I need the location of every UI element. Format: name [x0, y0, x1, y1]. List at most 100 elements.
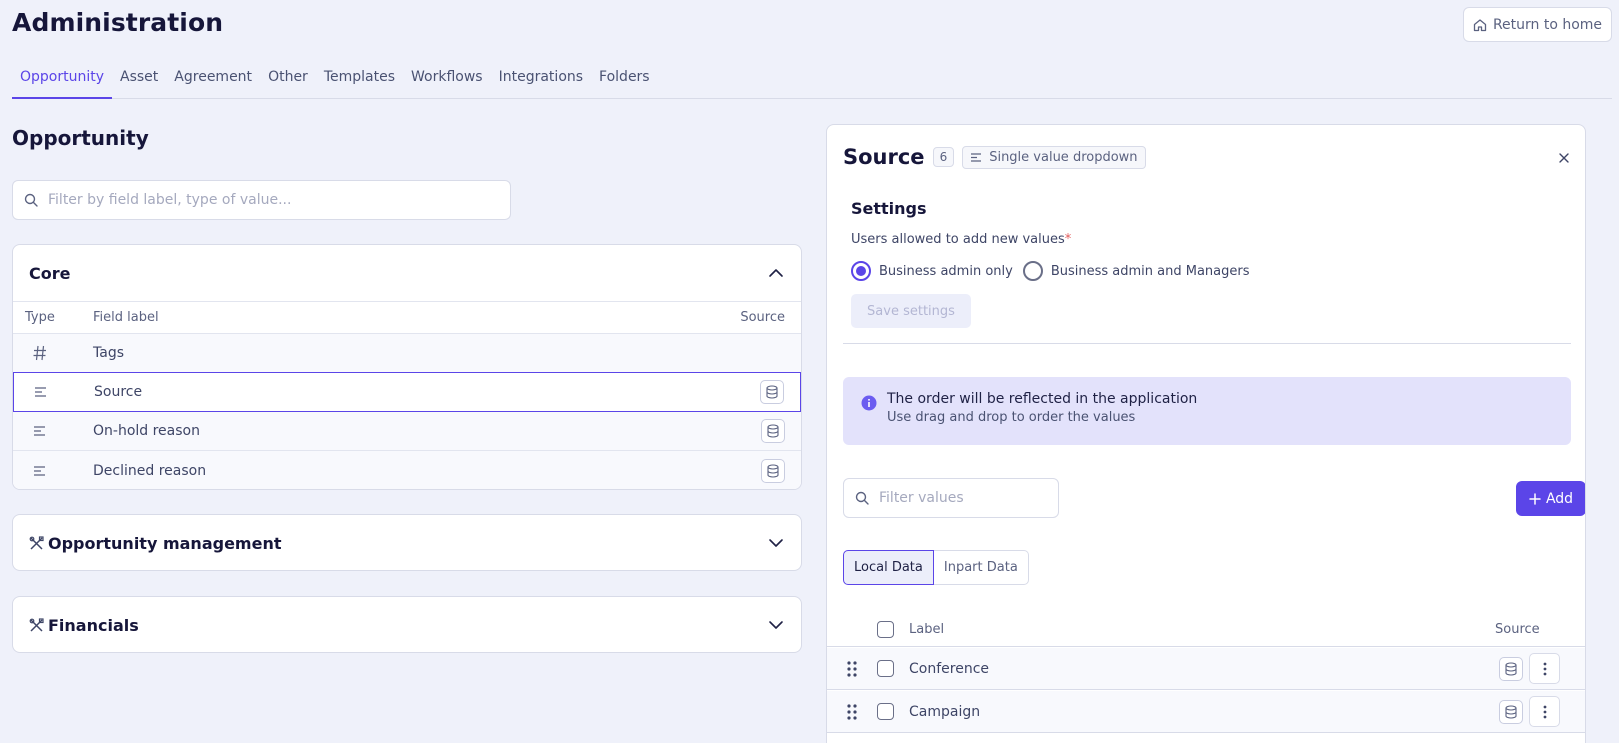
admin-tabs: Opportunity Asset Agreement Other Templa… — [12, 64, 1612, 99]
tab-other[interactable]: Other — [260, 64, 316, 99]
database-icon — [760, 380, 784, 404]
tools-icon — [29, 535, 44, 551]
tab-templates[interactable]: Templates — [316, 64, 403, 99]
column-type: Type — [25, 310, 55, 325]
dropdown-lines-icon — [970, 152, 983, 163]
field-type-badge: Single value dropdown — [962, 145, 1146, 169]
tab-agreement[interactable]: Agreement — [166, 64, 260, 99]
values-search-input[interactable] — [879, 490, 1058, 506]
row-checkbox[interactable] — [877, 703, 894, 720]
opportunity-management-section: Opportunity management — [12, 514, 802, 571]
database-icon — [761, 458, 785, 483]
value-label: Conference — [909, 660, 990, 677]
financials-header[interactable]: Financials — [13, 597, 801, 653]
radio-label: Business admin and Managers — [1050, 263, 1250, 279]
settings-heading: Settings — [851, 199, 927, 218]
tab-workflows[interactable]: Workflows — [403, 64, 491, 99]
row-label: Source — [94, 384, 143, 400]
home-icon — [1473, 18, 1487, 32]
radio-label: Business admin only — [879, 263, 1013, 279]
column-label: Label — [909, 621, 945, 637]
table-row-source[interactable]: Source — [13, 372, 801, 412]
value-label: Campaign — [909, 703, 981, 720]
detail-header: Source 6 Single value dropdown — [843, 145, 1146, 169]
add-label: Add — [1545, 490, 1574, 507]
divider — [843, 343, 1571, 344]
return-to-home-label: Return to home — [1492, 16, 1603, 33]
financials-title: Financials — [48, 615, 139, 635]
column-source: Source — [740, 310, 785, 325]
users-allowed-text: Users allowed to add new values — [851, 232, 1065, 247]
field-detail-panel: Source 6 Single value dropdown Settings … — [826, 124, 1586, 743]
field-search-input[interactable] — [48, 192, 510, 208]
opportunity-management-header[interactable]: Opportunity management — [13, 515, 801, 571]
permission-radio-group: Business admin only Business admin and M… — [851, 261, 1250, 281]
close-icon[interactable] — [1557, 151, 1571, 165]
core-section-header[interactable]: Core — [13, 245, 801, 301]
info-line-2: Use drag and drop to order the values — [887, 410, 1136, 425]
chevron-up-icon[interactable] — [767, 264, 785, 282]
add-value-button[interactable]: Add — [1516, 481, 1585, 516]
radio-business-admin-and-managers[interactable]: Business admin and Managers — [1022, 261, 1250, 281]
chevron-down-icon[interactable] — [767, 616, 785, 634]
column-source: Source — [1495, 621, 1540, 637]
financials-section: Financials — [12, 596, 802, 653]
tools-icon — [29, 617, 44, 633]
info-banner: The order will be reflected in the appli… — [843, 377, 1571, 445]
tab-integrations[interactable]: Integrations — [491, 64, 591, 99]
value-count-badge: 6 — [932, 147, 955, 167]
values-search-box — [843, 478, 1059, 518]
tab-folders[interactable]: Folders — [591, 64, 658, 99]
row-label: Declined reason — [93, 462, 207, 479]
core-section: Core Type Field label Source Tags Source… — [12, 244, 802, 490]
hash-icon — [13, 345, 93, 361]
table-row-declined-reason[interactable]: Declined reason — [13, 451, 801, 489]
return-to-home-button[interactable]: Return to home — [1463, 7, 1612, 42]
chevron-down-icon[interactable] — [767, 534, 785, 552]
radio-indicator — [1022, 261, 1043, 281]
page-title: Administration — [12, 8, 224, 37]
core-table-header: Type Field label Source — [13, 301, 801, 334]
required-mark: * — [1064, 232, 1072, 247]
select-all-checkbox[interactable] — [877, 620, 894, 638]
opportunity-management-title: Opportunity management — [48, 533, 282, 553]
value-row-campaign[interactable]: Campaign — [827, 691, 1585, 733]
more-options-icon[interactable] — [1529, 696, 1560, 727]
segment-inpart-data[interactable]: Inpart Data — [933, 550, 1029, 585]
dropdown-lines-icon — [13, 465, 93, 477]
info-line-1: The order will be reflected in the appli… — [887, 391, 1198, 407]
field-search-box — [12, 180, 511, 220]
users-allowed-label: Users allowed to add new values* — [851, 232, 1071, 247]
field-type-label: Single value dropdown — [989, 149, 1138, 165]
row-label: On-hold reason — [93, 423, 200, 439]
more-options-icon[interactable] — [1529, 653, 1560, 684]
detail-title: Source — [843, 145, 925, 169]
dropdown-lines-icon — [14, 386, 94, 398]
values-table-header: Label Source — [827, 612, 1585, 647]
drag-handle-icon[interactable] — [847, 661, 857, 677]
save-settings-button[interactable]: Save settings — [851, 294, 971, 328]
data-source-toggle: Local Data Inpart Data — [843, 550, 1029, 585]
value-row-conference[interactable]: Conference — [827, 648, 1585, 690]
row-checkbox[interactable] — [877, 660, 894, 677]
search-icon — [855, 491, 869, 505]
radio-indicator — [851, 261, 871, 281]
table-row-on-hold-reason[interactable]: On-hold reason — [13, 412, 801, 451]
row-label: Tags — [93, 345, 124, 361]
section-title: Opportunity — [12, 126, 149, 150]
core-section-title: Core — [29, 263, 71, 283]
segment-local-data[interactable]: Local Data — [843, 550, 934, 585]
database-icon — [761, 419, 785, 443]
database-icon — [1499, 657, 1523, 681]
column-field-label: Field label — [93, 310, 159, 325]
tab-opportunity[interactable]: Opportunity — [12, 64, 113, 99]
database-icon — [1499, 700, 1523, 724]
tab-asset[interactable]: Asset — [112, 64, 166, 99]
info-icon — [861, 395, 877, 411]
table-row-tags[interactable]: Tags — [13, 334, 801, 373]
drag-handle-icon[interactable] — [847, 704, 857, 720]
radio-business-admin-only[interactable]: Business admin only — [851, 261, 1013, 281]
search-icon — [24, 193, 38, 207]
plus-icon — [1529, 492, 1541, 505]
dropdown-lines-icon — [13, 425, 93, 437]
